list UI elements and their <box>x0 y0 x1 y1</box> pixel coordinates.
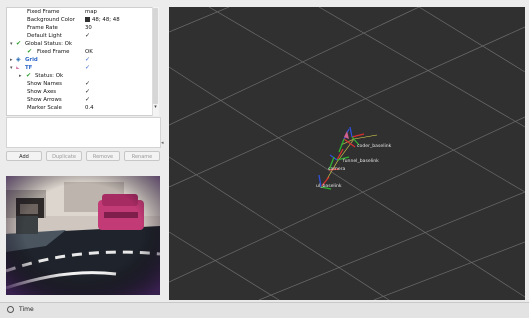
property-name: Background Color <box>27 17 75 23</box>
frame-label-funnel-baselink: funnel_baselink <box>343 158 379 164</box>
checkbox[interactable]: ✓ <box>85 32 90 40</box>
tree-row-show-axes[interactable]: Show Axes ✓ <box>7 88 157 96</box>
tree-row-fixed-frame-status[interactable]: ✔ Fixed Frame OK <box>7 48 157 56</box>
property-name: Show Arrows <box>27 97 62 103</box>
property-value-wrapper[interactable]: 48; 48; 48 <box>85 16 120 24</box>
camera-frame-image <box>6 176 160 295</box>
duplicate-button[interactable]: Duplicate <box>46 151 82 161</box>
time-panel: Time <box>0 302 529 318</box>
top-strip <box>169 0 529 7</box>
display-name: Grid <box>25 57 38 63</box>
right-strip <box>525 7 529 302</box>
property-name: Fixed Frame <box>27 9 60 15</box>
tree-row-fixed-frame[interactable]: Fixed Frame map <box>7 8 157 16</box>
rename-button[interactable]: Rename <box>124 151 160 161</box>
expand-arrow-icon[interactable]: ▸ <box>19 72 22 80</box>
display-name: TF <box>25 65 33 71</box>
tree-row-tf[interactable]: ▾ ⟀ TF ✓ <box>7 64 157 72</box>
frame-label-camera: camera <box>328 166 346 172</box>
tree-scrollbar-thumb[interactable] <box>153 8 158 104</box>
enable-checkbox[interactable]: ✓ <box>85 64 90 72</box>
status-ok-icon: ✔ <box>27 48 33 55</box>
tree-row-background-color[interactable]: Background Color 48; 48; 48 <box>7 16 157 24</box>
time-panel-title: Time <box>19 306 34 313</box>
property-name: Global Status: Ok <box>25 41 72 47</box>
3d-viewport[interactable]: coder_baselink funnel_baselink camera ul… <box>169 7 525 300</box>
enable-checkbox[interactable]: ✓ <box>85 56 90 64</box>
property-value[interactable]: map <box>85 8 97 16</box>
property-name: Marker Scale <box>27 105 62 111</box>
tree-row-default-light[interactable]: Default Light ✓ <box>7 32 157 40</box>
camera-image-view <box>6 176 160 295</box>
viewport-scene[interactable]: coder_baselink funnel_baselink camera ul… <box>169 7 525 300</box>
expand-arrow-icon[interactable]: ▾ <box>10 40 13 48</box>
checkbox[interactable]: ✓ <box>85 96 90 104</box>
property-value: OK <box>85 49 93 55</box>
tree-row-grid[interactable]: ▸ ◈ Grid ✓ <box>7 56 157 64</box>
expand-arrow-icon[interactable]: ▸ <box>10 56 13 64</box>
tree-row-tf-status[interactable]: ▸ ✔ Status: Ok <box>7 72 157 80</box>
property-value[interactable]: 30 <box>85 24 92 32</box>
tf-icon: ⟀ <box>16 64 20 71</box>
scroll-down-arrow-icon[interactable]: ▾ <box>153 104 158 112</box>
splitter-handle-icon[interactable]: ◂ <box>161 140 167 146</box>
add-button[interactable]: Add <box>6 151 42 161</box>
property-name: Default Light <box>27 33 62 39</box>
tree-row-show-arrows[interactable]: Show Arrows ✓ <box>7 96 157 104</box>
status-ok-icon: ✔ <box>26 72 32 79</box>
description-panel <box>6 117 161 148</box>
tree-row-marker-scale[interactable]: Marker Scale 0.4 <box>7 104 157 112</box>
tree-row-frame-rate[interactable]: Frame Rate 30 <box>7 24 157 32</box>
expand-arrow-icon[interactable]: ▾ <box>10 64 13 72</box>
clock-icon <box>7 306 14 313</box>
property-value: 48; 48; 48 <box>92 17 120 23</box>
property-name: Status: Ok <box>35 73 64 79</box>
remove-button[interactable]: Remove <box>86 151 120 161</box>
property-name: Frame Rate <box>27 25 58 31</box>
property-name: Fixed Frame <box>37 49 70 55</box>
checkbox[interactable]: ✓ <box>85 88 90 96</box>
tree-row-global-status[interactable]: ▾ ✔ Global Status: Ok <box>7 40 157 48</box>
displays-tree[interactable]: Fixed Frame map Background Color 48; 48;… <box>6 7 158 116</box>
grid-icon: ◈ <box>16 56 21 63</box>
property-value[interactable]: 0.4 <box>85 104 94 112</box>
color-swatch <box>85 17 90 22</box>
property-name: Show Names <box>27 81 62 87</box>
checkbox[interactable]: ✓ <box>85 80 90 88</box>
frame-label-ul-baselink: ul_baselink <box>316 183 342 189</box>
property-name: Show Axes <box>27 89 57 95</box>
status-ok-icon: ✔ <box>16 40 22 47</box>
frame-label-coder-baselink: coder_baselink <box>357 143 392 149</box>
tree-row-show-names[interactable]: Show Names ✓ <box>7 80 157 88</box>
